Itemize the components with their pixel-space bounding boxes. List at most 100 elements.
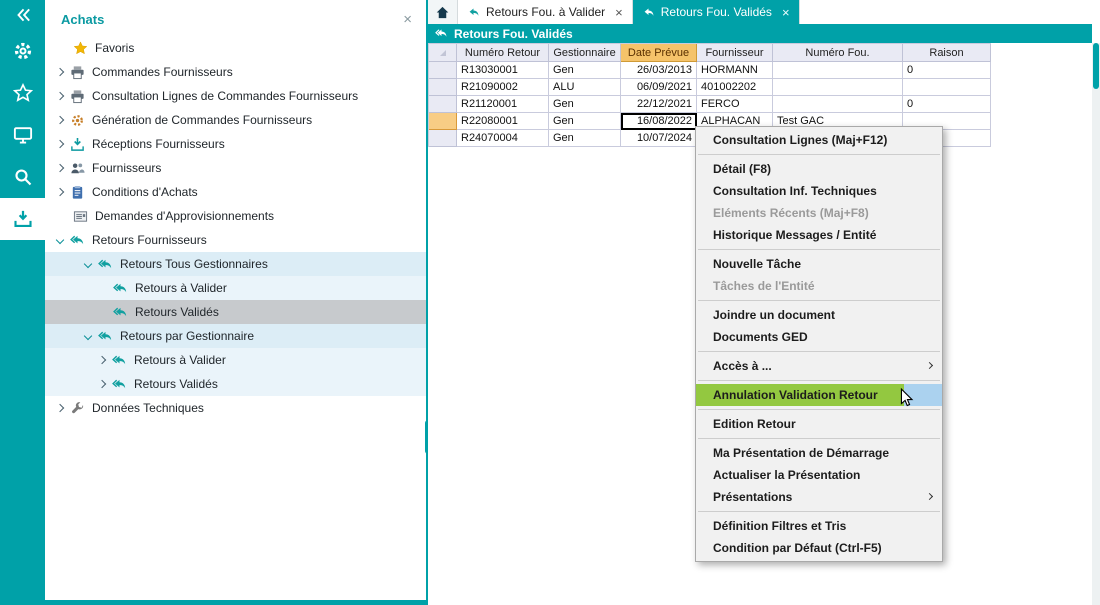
sidebar-item-retours-valides-tous[interactable]: Retours Validés xyxy=(45,300,426,324)
sidebar-item-retours-a-valider-tous[interactable]: Retours à Valider xyxy=(45,276,426,300)
menu-item-definition-filtres-tris[interactable]: Définition Filtres et Tris xyxy=(696,515,942,537)
mouse-cursor xyxy=(900,388,914,413)
menu-item-elements-recents: Eléments Récents (Maj+F8) xyxy=(696,202,942,224)
favorites-button[interactable] xyxy=(0,72,45,114)
column-header-raison[interactable]: Raison xyxy=(903,44,991,62)
sidebar-close-button[interactable]: × xyxy=(403,12,412,27)
chevron-right-icon xyxy=(56,404,64,412)
menu-item-acces-a[interactable]: Accès à ... xyxy=(696,355,942,377)
sidebar-item-retours-a-valider-par-gest[interactable]: Retours à Valider xyxy=(45,348,426,372)
sidebar-item-fournisseurs[interactable]: Fournisseurs xyxy=(45,156,426,180)
cell[interactable]: 10/07/2024 xyxy=(621,130,697,147)
cell[interactable]: 0 xyxy=(903,62,991,79)
sidebar-item-commandes-fournisseurs[interactable]: Commandes Fournisseurs xyxy=(45,60,426,84)
cell[interactable]: Gen xyxy=(549,62,621,79)
sidebar-panel: Achats × Favoris Commandes Fournisseurs … xyxy=(45,0,426,600)
chevron-right-icon xyxy=(56,140,64,148)
menu-item-joindre-document[interactable]: Joindre un document xyxy=(696,304,942,326)
cell[interactable] xyxy=(773,96,903,113)
menu-separator xyxy=(698,380,940,381)
row-selector-header[interactable] xyxy=(429,44,457,62)
tab-retours-a-valider[interactable]: Retours Fou. à Valider × xyxy=(458,0,633,24)
return-arrows-icon xyxy=(467,6,480,19)
scrollbar-thumb[interactable] xyxy=(1093,43,1099,89)
cell[interactable]: R22080001 xyxy=(457,113,549,130)
menu-item-taches-entite: Tâches de l'Entité xyxy=(696,275,942,297)
cell[interactable]: R21120001 xyxy=(457,96,549,113)
cell[interactable]: Gen xyxy=(549,130,621,147)
tab-retours-valides[interactable]: Retours Fou. Validés × xyxy=(633,0,800,24)
menu-item-label: Nouvelle Tâche xyxy=(713,257,801,271)
sidebar-item-retours-par-gestionnaire[interactable]: Retours par Gestionnaire xyxy=(45,324,426,348)
cell[interactable]: R24070004 xyxy=(457,130,549,147)
cell-focused[interactable]: 16/08/2022 xyxy=(621,113,697,130)
home-tab[interactable] xyxy=(428,0,458,24)
sidebar-item-donnees-techniques[interactable]: Données Techniques xyxy=(45,396,426,420)
sidebar-bottom-scrollbar[interactable] xyxy=(45,600,426,605)
cell[interactable]: ALU xyxy=(549,79,621,96)
menu-item-label: Ma Présentation de Démarrage xyxy=(713,446,889,460)
sidebar-item-consultation-lignes[interactable]: Consultation Lignes de Commandes Fournis… xyxy=(45,84,426,108)
menu-item-nouvelle-tache[interactable]: Nouvelle Tâche xyxy=(696,253,942,275)
menu-item-actualiser-presentation[interactable]: Actualiser la Présentation xyxy=(696,464,942,486)
settings-button[interactable] xyxy=(0,30,45,72)
row-selector[interactable] xyxy=(429,62,457,79)
row-selector[interactable] xyxy=(429,79,457,96)
cell[interactable]: Gen xyxy=(549,96,621,113)
sidebar-item-demandes-approvisionnements[interactable]: Demandes d'Approvisionnements xyxy=(45,204,426,228)
column-header-numero-fou[interactable]: Numéro Fou. xyxy=(773,44,903,62)
column-header-fournisseur[interactable]: Fournisseur xyxy=(697,44,773,62)
tab-close-icon[interactable]: × xyxy=(782,5,790,20)
menu-item-ma-presentation-demarrage[interactable]: Ma Présentation de Démarrage xyxy=(696,442,942,464)
cell[interactable] xyxy=(773,62,903,79)
column-header-date-prevue[interactable]: Date Prévue xyxy=(621,44,697,62)
menu-item-consultation-inf-techniques[interactable]: Consultation Inf. Techniques xyxy=(696,180,942,202)
sidebar-item-retours-valides-par-gest[interactable]: Retours Validés xyxy=(45,372,426,396)
cell[interactable]: R13030001 xyxy=(457,62,549,79)
star-icon xyxy=(13,83,33,103)
navigation-tree: Favoris Commandes Fournisseurs Consultat… xyxy=(45,36,426,420)
menu-item-label: Eléments Récents (Maj+F8) xyxy=(713,206,869,220)
vertical-scrollbar[interactable] xyxy=(1092,43,1100,605)
cell[interactable]: Gen xyxy=(549,113,621,130)
menu-item-documents-ged[interactable]: Documents GED xyxy=(696,326,942,348)
search-button[interactable] xyxy=(0,156,45,198)
cell[interactable]: 0 xyxy=(903,96,991,113)
menu-item-consultation-lignes[interactable]: Consultation Lignes (Maj+F12) xyxy=(696,129,942,151)
tab-close-icon[interactable]: × xyxy=(615,5,623,20)
sidebar-item-conditions-achats[interactable]: Conditions d'Achats xyxy=(45,180,426,204)
column-header-gestionnaire[interactable]: Gestionnaire xyxy=(549,44,621,62)
menu-item-presentations[interactable]: Présentations xyxy=(696,486,942,508)
row-selector[interactable] xyxy=(429,96,457,113)
menu-item-condition-par-defaut[interactable]: Condition par Défaut (Ctrl-F5) xyxy=(696,537,942,559)
sidebar-item-favoris[interactable]: Favoris xyxy=(45,36,426,60)
sidebar-item-retours-tous-gestionnaires[interactable]: Retours Tous Gestionnaires xyxy=(45,252,426,276)
menu-item-historique-messages[interactable]: Historique Messages / Entité xyxy=(696,224,942,246)
return-arrows-icon xyxy=(112,353,127,368)
cell[interactable]: HORMANN xyxy=(697,62,773,79)
cell[interactable]: 22/12/2021 xyxy=(621,96,697,113)
sidebar-item-receptions-fournisseurs[interactable]: Réceptions Fournisseurs xyxy=(45,132,426,156)
cell[interactable]: FERCO xyxy=(697,96,773,113)
menu-separator xyxy=(698,154,940,155)
cell[interactable] xyxy=(903,79,991,96)
purchases-module-button[interactable] xyxy=(0,198,45,240)
sidebar-item-retours-fournisseurs[interactable]: Retours Fournisseurs xyxy=(45,228,426,252)
cell[interactable]: 26/03/2013 xyxy=(621,62,697,79)
collapse-panel-button[interactable] xyxy=(0,0,45,30)
menu-item-detail[interactable]: Détail (F8) xyxy=(696,158,942,180)
cell[interactable]: 06/09/2021 xyxy=(621,79,697,96)
cell[interactable] xyxy=(773,79,903,96)
left-icon-bar xyxy=(0,0,45,605)
cell[interactable]: 401002202 xyxy=(697,79,773,96)
row-selector[interactable] xyxy=(429,130,457,147)
panel-title-bar: Retours Fou. Validés xyxy=(428,24,1092,43)
wrench-icon xyxy=(70,401,85,416)
chevron-down-icon xyxy=(56,236,64,244)
sidebar-item-generation-commandes[interactable]: Génération de Commandes Fournisseurs xyxy=(45,108,426,132)
desktop-button[interactable] xyxy=(0,114,45,156)
column-header-numero-retour[interactable]: Numéro Retour xyxy=(457,44,549,62)
cell[interactable]: R21090002 xyxy=(457,79,549,96)
menu-item-edition-retour[interactable]: Edition Retour xyxy=(696,413,942,435)
row-selector-selected[interactable] xyxy=(429,113,457,130)
